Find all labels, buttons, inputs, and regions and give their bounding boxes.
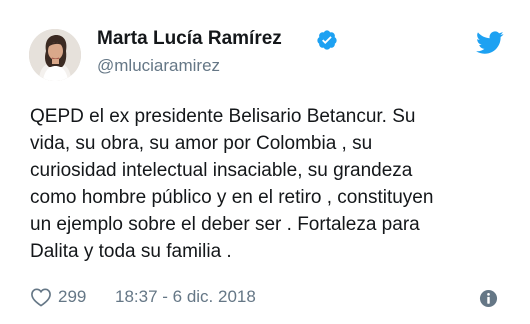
- tweet-text-line: QEPD el ex presidente Belisario Betancur…: [30, 106, 416, 127]
- tweet-text-line: vida, su obra, su amor por Colombia , su: [30, 133, 373, 154]
- tweet-text-line: Dalita y toda su familia .: [30, 241, 232, 262]
- user-handle[interactable]: @mluciaramirez: [97, 56, 220, 76]
- tweet-text-line: curiosidad intelectual insaciable, su gr…: [30, 160, 413, 181]
- twitter-bird-icon[interactable]: [476, 31, 504, 55]
- display-name[interactable]: Marta Lucía Ramírez: [97, 28, 282, 50]
- tweet-footer: 299 18:37 - 6 dic. 2018: [30, 285, 500, 309]
- tweet-text-line: un ejemplo sobre el deber ser . Fortalez…: [30, 214, 420, 235]
- like-count[interactable]: 299: [58, 287, 86, 307]
- tweet-text-line: como hombre público y en el retiro , con…: [30, 187, 434, 208]
- info-icon[interactable]: [479, 289, 498, 308]
- tweet-text: QEPD el ex presidente Belisario Betancur…: [30, 103, 510, 265]
- avatar[interactable]: [29, 29, 81, 81]
- profile-photo: [29, 29, 81, 81]
- heart-icon[interactable]: [30, 287, 52, 307]
- tweet-timestamp[interactable]: 18:37 - 6 dic. 2018: [115, 287, 256, 307]
- tweet-card: Marta Lucía Ramírez @mluciaramirez QEPD …: [0, 0, 530, 324]
- verified-badge-icon: [317, 30, 337, 50]
